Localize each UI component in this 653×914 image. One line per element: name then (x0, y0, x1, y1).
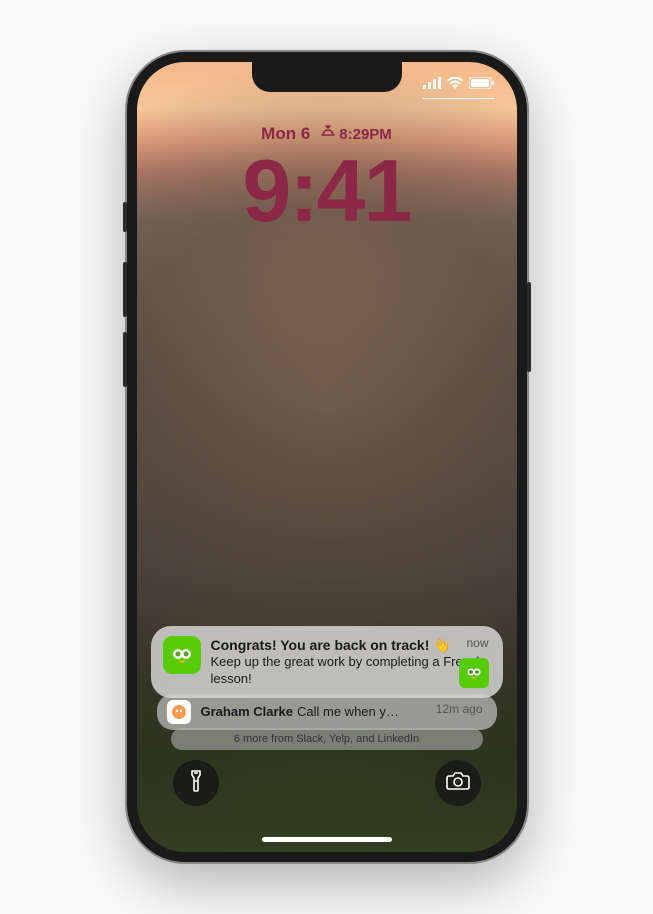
power-button[interactable] (527, 282, 531, 372)
flashlight-icon (186, 769, 206, 798)
volume-down-button[interactable] (123, 332, 127, 387)
notification-time: now (466, 636, 488, 650)
notification-body: Keep up the great work by completing a F… (211, 654, 491, 688)
app-icon (167, 700, 191, 724)
camera-icon (446, 771, 470, 796)
mute-switch[interactable] (123, 202, 127, 232)
notification-secondary[interactable]: Graham ClarkeCall me when y… 12m ago (157, 694, 497, 730)
notification-sender: Graham Clarke (201, 704, 294, 719)
notification-stack[interactable]: Congrats! You are back on track! 👋 Keep … (151, 626, 503, 750)
iphone-device-frame: Mon 6 8:29PM 9:41 Congrats! You are back… (127, 52, 527, 862)
cellular-signal-icon (423, 76, 441, 94)
notification-preview: Call me when y… (297, 704, 399, 719)
volume-up-button[interactable] (123, 262, 127, 317)
home-indicator[interactable] (262, 837, 392, 842)
notification-summary[interactable]: 6 more from Slack, Yelp, and LinkedIn (171, 728, 483, 750)
notch (252, 62, 402, 92)
status-bar (423, 76, 495, 94)
wifi-icon (447, 76, 463, 94)
notification-attachment-icon (459, 658, 489, 688)
battery-icon (469, 76, 495, 94)
camera-button[interactable] (435, 760, 481, 806)
status-divider (423, 98, 495, 99)
duolingo-app-icon (163, 636, 201, 674)
lock-screen[interactable]: Mon 6 8:29PM 9:41 Congrats! You are back… (137, 62, 517, 852)
notification-time: 12m ago (436, 702, 483, 716)
lockscreen-time: 9:41 (137, 140, 517, 242)
notification-title: Congrats! You are back on track! 👋 (211, 636, 491, 654)
flashlight-button[interactable] (173, 760, 219, 806)
notification-primary[interactable]: Congrats! You are back on track! 👋 Keep … (151, 626, 503, 698)
